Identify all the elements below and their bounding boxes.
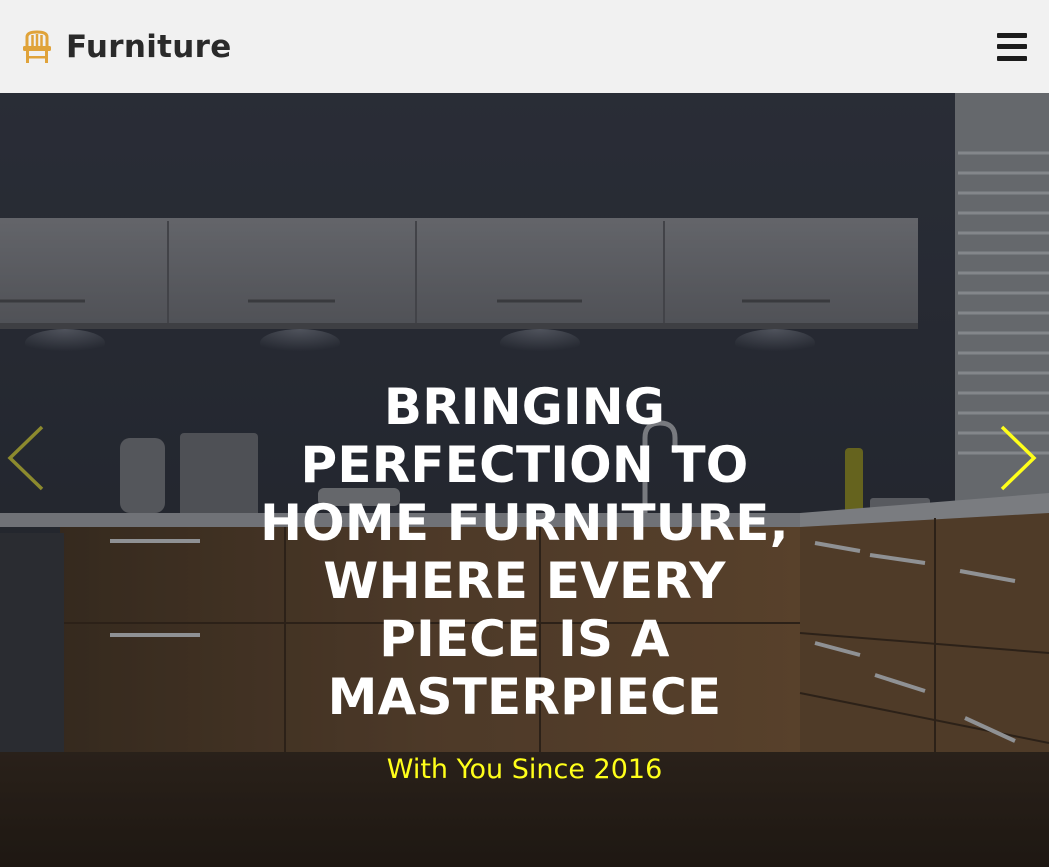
hero-slider: BRINGING PERFECTION TO HOME FURNITURE, W…	[0, 93, 1049, 867]
hero-tagline: With You Since 2016	[386, 754, 663, 785]
chair-icon	[23, 29, 51, 63]
brand-name: Furniture	[66, 28, 232, 65]
hero-headline: BRINGING PERFECTION TO HOME FURNITURE, W…	[260, 378, 789, 726]
hamburger-menu-icon[interactable]	[997, 32, 1027, 61]
hero-content: BRINGING PERFECTION TO HOME FURNITURE, W…	[0, 378, 1049, 785]
brand-logo[interactable]: Furniture	[22, 29, 232, 65]
chevron-left-icon[interactable]	[6, 423, 50, 493]
site-header: Furniture	[0, 0, 1049, 93]
chevron-right-icon[interactable]	[996, 423, 1040, 493]
